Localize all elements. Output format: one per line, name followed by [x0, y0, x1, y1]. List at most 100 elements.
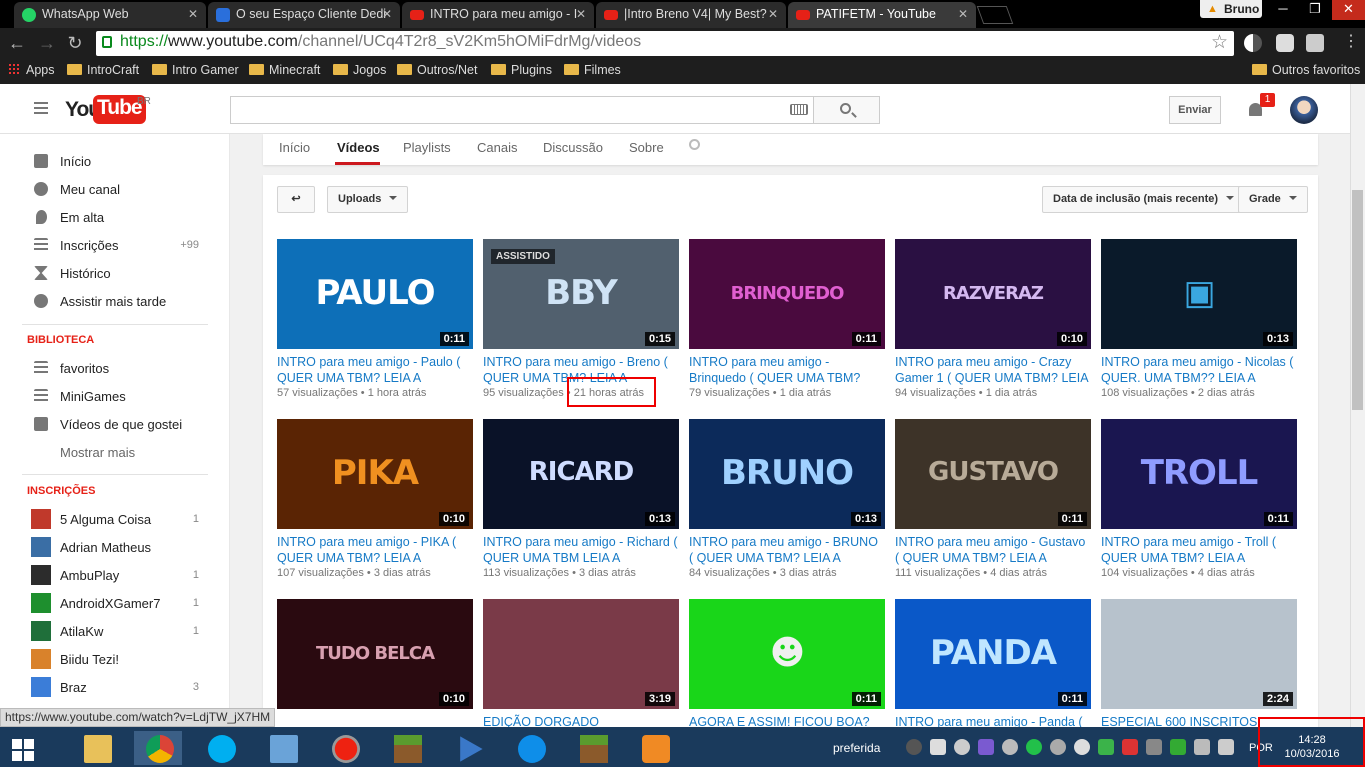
- video-title-link[interactable]: INTRO para meu amigo - Crazy Gamer 1 ( Q…: [895, 354, 1091, 386]
- start-button[interactable]: [0, 731, 48, 765]
- tab-sobre[interactable]: Sobre: [629, 140, 664, 155]
- video-thumbnail[interactable]: GUSTAVO 0:11: [895, 419, 1091, 529]
- sidebar-sub-5-alguma-coisa[interactable]: 5 Alguma Coisa 1: [0, 505, 229, 533]
- forward-icon[interactable]: →: [36, 32, 58, 54]
- video-card[interactable]: BRINQUEDO 0:11 INTRO para meu amigo - Brin…: [689, 239, 885, 399]
- taskbar-teamviewer[interactable]: [506, 731, 554, 765]
- sidebar-show-more[interactable]: Mostrar mais: [0, 438, 229, 466]
- tray-icon[interactable]: [1026, 739, 1042, 755]
- volume-icon[interactable]: [1218, 739, 1234, 755]
- video-card[interactable]: RICARD 0:13 INTRO para meu amigo - Richard…: [483, 419, 679, 579]
- taskbar-video-editor[interactable]: [630, 731, 678, 765]
- back-icon[interactable]: ←: [6, 32, 28, 54]
- sidebar-item-meu-canal[interactable]: Meu canal: [0, 175, 229, 203]
- video-title-link[interactable]: INTRO para meu amigo - Paulo ( QUER UMA …: [277, 354, 473, 386]
- video-thumbnail[interactable]: BRUNO 0:13: [689, 419, 885, 529]
- video-card[interactable]: PIKA 0:10 INTRO para meu amigo - PIKA ( QU…: [277, 419, 473, 579]
- bookmark-other[interactable]: Outros favoritos: [1252, 63, 1360, 77]
- video-title-link[interactable]: INTRO para meu amigo - Nicolas ( QUER. U…: [1101, 354, 1297, 386]
- video-thumbnail[interactable]: RICARD 0:13: [483, 419, 679, 529]
- sidebar-section-biblioteca[interactable]: BIBLIOTECA: [27, 334, 94, 346]
- close-window-button[interactable]: ✕: [1332, 0, 1365, 20]
- sidebar-item-minigames[interactable]: MiniGames: [0, 382, 229, 410]
- video-card[interactable]: ☻ 0:11 AGORA E ASSIM! FICOU BOA?: [689, 599, 885, 747]
- tray-icon[interactable]: [954, 739, 970, 755]
- video-thumbnail[interactable]: BRINQUEDO 0:11: [689, 239, 885, 349]
- sidebar-sub-biidu-tezi[interactable]: Biidu Tezi!: [0, 645, 229, 673]
- video-thumbnail[interactable]: ▣ 0:13: [1101, 239, 1297, 349]
- bookmark-star-icon[interactable]: ☆: [1211, 31, 1228, 54]
- sidebar-item-inscricoes[interactable]: Inscrições +99: [0, 231, 229, 259]
- video-thumbnail[interactable]: PANDA 0:11: [895, 599, 1091, 709]
- taskbar-minecraft[interactable]: [382, 731, 430, 765]
- taskbar-minecraft-2[interactable]: [568, 731, 616, 765]
- tab-discussao[interactable]: Discussão: [543, 140, 603, 155]
- sidebar-item-favoritos[interactable]: favoritos: [0, 354, 229, 382]
- new-tab-button[interactable]: [976, 6, 1014, 24]
- tab-inicio[interactable]: Início: [279, 140, 310, 155]
- tray-icon[interactable]: [1122, 739, 1138, 755]
- video-thumbnail[interactable]: RAZVERAZ 0:10: [895, 239, 1091, 349]
- close-icon[interactable]: ✕: [958, 7, 968, 21]
- address-bar[interactable]: https://www.youtube.com/channel/UCq4T2r8…: [96, 31, 1234, 56]
- browser-tab-patifetm[interactable]: PATIFETM - YouTube ✕: [788, 2, 976, 28]
- sidebar-sub-atilakw[interactable]: AtilaKw 1: [0, 617, 229, 645]
- sidebar-item-assistir-mais-tarde[interactable]: Assistir mais tarde: [0, 287, 229, 315]
- browser-tab-espaco-cliente[interactable]: O seu Espaço Cliente Dedi ✕: [208, 2, 400, 28]
- sidebar-item-videos-gostei[interactable]: Vídeos de que gostei: [0, 410, 229, 438]
- video-card[interactable]: TROLL 0:11 INTRO para meu amigo - Troll ( …: [1101, 419, 1297, 579]
- browser-tab-intro-breno[interactable]: |Intro Breno V4| My Best? ✕: [596, 2, 786, 28]
- reload-icon[interactable]: ↻: [64, 32, 86, 54]
- sidebar-section-inscricoes[interactable]: INSCRIÇÕES: [27, 485, 95, 497]
- tab-videos[interactable]: Vídeos: [337, 140, 380, 155]
- bookmark-outros-net[interactable]: Outros/Net: [397, 63, 477, 77]
- extension-icon[interactable]: [1306, 34, 1324, 52]
- network-icon[interactable]: [1194, 739, 1210, 755]
- bookmark-plugins[interactable]: Plugins: [491, 63, 552, 77]
- tab-playlists[interactable]: Playlists: [403, 140, 451, 155]
- close-icon[interactable]: ✕: [576, 7, 586, 21]
- tray-icon[interactable]: [1170, 739, 1186, 755]
- upload-button[interactable]: Enviar: [1169, 96, 1221, 124]
- video-thumbnail[interactable]: BBY ASSISTIDO 0:15: [483, 239, 679, 349]
- sidebar-item-inicio[interactable]: Início: [0, 147, 229, 175]
- video-title-link[interactable]: INTRO para meu amigo - Gustavo ( QUER UM…: [895, 534, 1091, 566]
- profile-button[interactable]: ▲ Bruno: [1200, 0, 1262, 18]
- video-thumbnail[interactable]: PIKA 0:10: [277, 419, 473, 529]
- close-icon[interactable]: ✕: [188, 7, 198, 21]
- taskbar-file-explorer[interactable]: [72, 731, 120, 765]
- taskbar-chrome[interactable]: [134, 731, 182, 765]
- minimize-button[interactable]: ─: [1268, 0, 1298, 20]
- extension-dark-mode-icon[interactable]: [1244, 34, 1262, 52]
- tab-canais[interactable]: Canais: [477, 140, 517, 155]
- security-icon[interactable]: [1098, 739, 1114, 755]
- taskbar-recorder[interactable]: [320, 731, 368, 765]
- close-icon[interactable]: ✕: [768, 7, 778, 21]
- bookmark-apps[interactable]: Apps: [8, 63, 55, 77]
- browser-tab-intro[interactable]: INTRO para meu amigo - I ✕: [402, 2, 594, 28]
- windows-tray-icon[interactable]: [930, 739, 946, 755]
- search-button[interactable]: [813, 96, 880, 124]
- video-card[interactable]: PAULO 0:11 INTRO para meu amigo - Paulo ( …: [277, 239, 473, 399]
- video-thumbnail[interactable]: TROLL 0:11: [1101, 419, 1297, 529]
- taskbar-skype[interactable]: [196, 731, 244, 765]
- sidebar-sub-adrian-matheus[interactable]: Adrian Matheus: [0, 533, 229, 561]
- steam-icon[interactable]: [906, 739, 922, 755]
- taskbar-media-player[interactable]: [444, 731, 492, 765]
- sidebar-sub-androidxgamer7[interactable]: AndroidXGamer7 1: [0, 589, 229, 617]
- video-title-link[interactable]: INTRO para meu amigo - Richard ( QUER UM…: [483, 534, 679, 566]
- video-card[interactable]: BRUNO 0:13 INTRO para meu amigo - BRUNO ( …: [689, 419, 885, 579]
- browser-tab-whatsapp[interactable]: WhatsApp Web ✕: [14, 2, 206, 28]
- bookmark-introcraft[interactable]: IntroCraft: [67, 63, 139, 77]
- video-title-link[interactable]: INTRO para meu amigo - Troll ( QUER UMA …: [1101, 534, 1297, 566]
- headset-icon[interactable]: [1002, 739, 1018, 755]
- bookmark-jogos[interactable]: Jogos: [333, 63, 386, 77]
- tray-icon[interactable]: [1050, 739, 1066, 755]
- video-thumbnail[interactable]: ☻ 0:11: [689, 599, 885, 709]
- video-title-link[interactable]: INTRO para meu amigo - Brinquedo ( QUER …: [689, 354, 885, 386]
- video-thumbnail[interactable]: 2:24: [1101, 599, 1297, 709]
- channel-search-icon[interactable]: [689, 139, 700, 150]
- bookmark-intro-gamer[interactable]: Intro Gamer: [152, 63, 239, 77]
- video-title-link[interactable]: INTRO para meu amigo - BRUNO ( QUER UMA …: [689, 534, 885, 566]
- search-input[interactable]: [230, 96, 814, 124]
